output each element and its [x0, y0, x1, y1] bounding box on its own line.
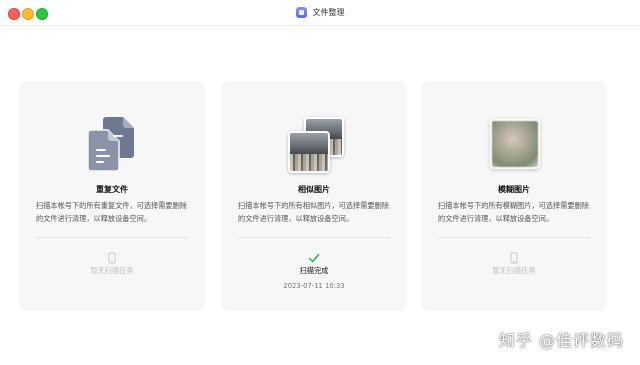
similar-photos-icon — [284, 115, 344, 175]
check-icon — [308, 249, 320, 263]
card-divider — [238, 237, 390, 238]
scan-status: 暂无扫描任务 — [492, 266, 536, 275]
duplicate-files-card[interactable]: 重复文件 扫描本帐号下的所有重复文件，可选择需要删除的文件进行清理，以释放设备空… — [19, 81, 205, 311]
title-bar: 文件整理 — [0, 0, 640, 26]
blurry-photos-card[interactable]: 模糊图片 扫描本帐号下的所有模糊图片，可选择需要删除的文件进行清理，以释放设备空… — [421, 81, 607, 311]
similar-photos-card[interactable]: 相似图片 扫描本帐号下的所有相似图片，可选择需要删除的文件进行清理，以释放设备空… — [221, 81, 407, 311]
card-divider — [36, 237, 188, 238]
duplicate-files-icon — [82, 115, 142, 175]
card-description: 扫描本帐号下的所有重复文件，可选择需要删除的文件进行清理，以释放设备空间。 — [36, 201, 187, 223]
scan-status: 暂无扫描任务 — [90, 266, 134, 275]
scan-status: 扫描完成 — [299, 266, 329, 275]
watermark: 知乎 @佳评数码 — [498, 331, 624, 350]
phone-icon — [106, 249, 118, 264]
blurry-photo-icon — [484, 115, 544, 175]
card-title: 重复文件 — [96, 185, 128, 194]
scan-timestamp: 2023-07-11 10:33 — [283, 282, 345, 290]
window-title: 文件整理 — [312, 8, 345, 17]
card-description: 扫描本帐号下的所有模糊图片，可选择需要删除的文件进行清理，以释放设备空间。 — [438, 201, 589, 223]
app-icon — [295, 7, 307, 18]
card-description: 扫描本帐号下的所有相似图片，可选择需要删除的文件进行清理，以释放设备空间。 — [238, 201, 389, 223]
window-title-group: 文件整理 — [0, 0, 640, 25]
card-title: 相似图片 — [298, 185, 330, 194]
card-divider — [438, 237, 590, 238]
photo-front — [288, 131, 330, 173]
phone-icon — [508, 249, 520, 264]
blurry-photo — [490, 119, 540, 169]
card-title: 模糊图片 — [498, 185, 530, 194]
